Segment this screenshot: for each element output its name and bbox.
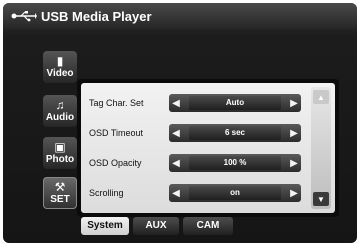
previous-option-button[interactable]: ◀ bbox=[169, 184, 183, 202]
setting-row-osd-timeout: OSD Timeout ◀ 6 sec ▶ bbox=[81, 121, 309, 145]
setting-label: Tag Char. Set bbox=[89, 98, 144, 108]
music-note-icon: ♫ bbox=[55, 98, 65, 112]
setting-label: OSD Opacity bbox=[89, 158, 142, 168]
sidebar-item-video[interactable]: ▮ Video bbox=[43, 51, 77, 83]
title-bar: USB Media Player bbox=[3, 3, 357, 29]
tab-cam[interactable]: CAM bbox=[183, 217, 233, 235]
previous-option-button[interactable]: ◀ bbox=[169, 154, 183, 172]
camera-icon: ▣ bbox=[54, 140, 66, 154]
sidebar-item-label: Audio bbox=[45, 112, 75, 123]
settings-panel: Tag Char. Set ◀ Auto ▶ OSD Timeout ◀ 6 s… bbox=[81, 83, 335, 213]
scroll-up-arrow-icon[interactable]: ▲ bbox=[313, 90, 329, 104]
setting-value: on bbox=[189, 186, 281, 200]
usb-icon bbox=[11, 10, 37, 22]
setting-value: 6 sec bbox=[189, 126, 281, 140]
tab-system[interactable]: System bbox=[81, 217, 129, 235]
next-option-button[interactable]: ▶ bbox=[287, 184, 301, 202]
setting-value: 100 % bbox=[189, 156, 281, 170]
film-icon: ▮ bbox=[56, 54, 64, 68]
wrench-icon: ⚒ bbox=[54, 180, 66, 194]
setting-label: OSD Timeout bbox=[89, 128, 144, 138]
previous-option-button[interactable]: ◀ bbox=[169, 94, 183, 112]
page-title: USB Media Player bbox=[41, 8, 152, 24]
sidebar-item-photo[interactable]: ▣ Photo bbox=[43, 137, 77, 169]
setting-value: Auto bbox=[189, 96, 281, 110]
sidebar-item-set[interactable]: ⚒ SET bbox=[43, 177, 77, 209]
previous-option-button[interactable]: ◀ bbox=[169, 124, 183, 142]
osd-opacity-selector: ◀ 100 % ▶ bbox=[169, 154, 301, 172]
sidebar-item-label: SET bbox=[50, 194, 70, 205]
next-option-button[interactable]: ▶ bbox=[287, 124, 301, 142]
tag-char-set-selector: ◀ Auto ▶ bbox=[169, 94, 301, 112]
usb-media-player-screen: USB Media Player ▮ Video ♫ Audio ▣ Photo… bbox=[3, 3, 357, 243]
next-option-button[interactable]: ▶ bbox=[287, 94, 301, 112]
scroll-down-arrow-icon[interactable]: ▼ bbox=[313, 192, 329, 206]
setting-row-scrolling: Scrolling ◀ on ▶ bbox=[81, 181, 309, 205]
setting-label: Scrolling bbox=[89, 188, 124, 198]
scrolling-selector: ◀ on ▶ bbox=[169, 184, 301, 202]
sidebar-item-label: Photo bbox=[45, 154, 75, 165]
next-option-button[interactable]: ▶ bbox=[287, 154, 301, 172]
setting-row-tag-char-set: Tag Char. Set ◀ Auto ▶ bbox=[81, 91, 309, 115]
sidebar-item-audio[interactable]: ♫ Audio bbox=[43, 95, 77, 127]
setting-row-osd-opacity: OSD Opacity ◀ 100 % ▶ bbox=[81, 151, 309, 175]
settings-scrollbar[interactable]: ▲ ▼ bbox=[311, 87, 331, 209]
osd-timeout-selector: ◀ 6 sec ▶ bbox=[169, 124, 301, 142]
sidebar-item-label: Video bbox=[46, 68, 74, 79]
tab-aux[interactable]: AUX bbox=[133, 217, 179, 235]
